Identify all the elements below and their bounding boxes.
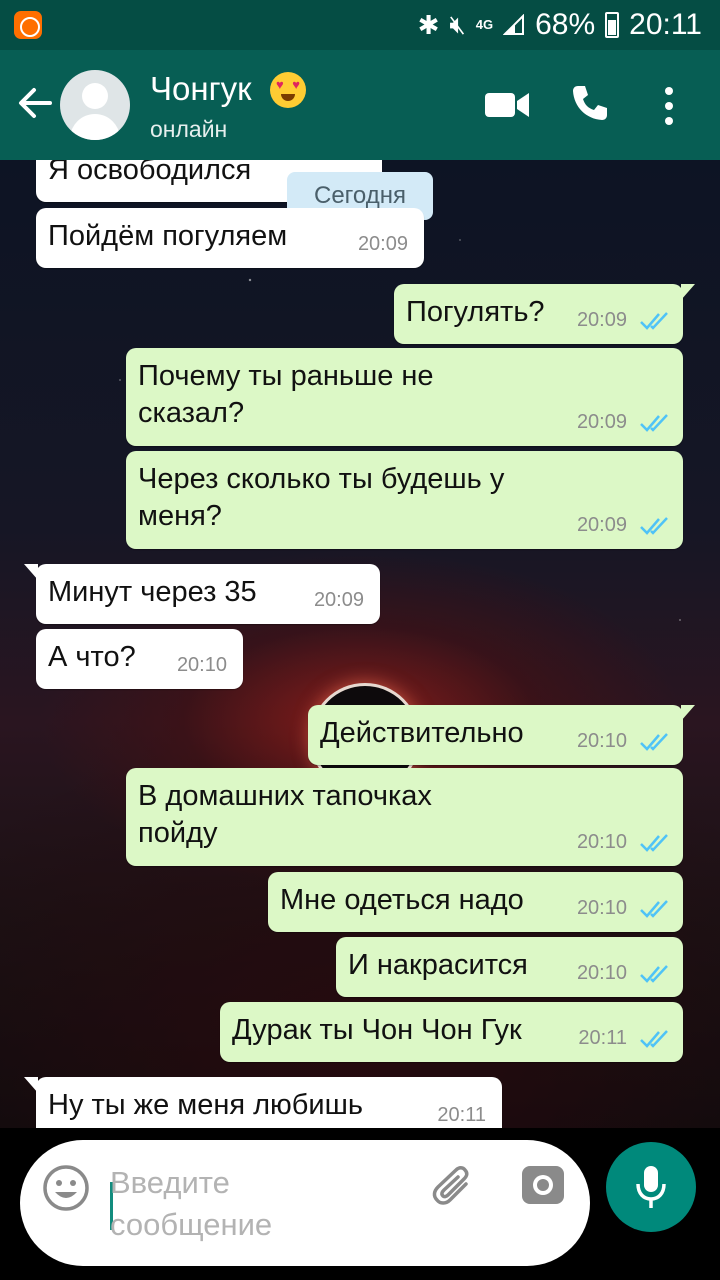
read-ticks-icon (640, 900, 668, 918)
read-ticks-icon (640, 517, 668, 535)
read-ticks-icon (640, 733, 668, 751)
read-ticks-icon (640, 312, 668, 330)
microphone-icon (636, 1166, 666, 1208)
message-time: 20:11 (578, 1027, 627, 1049)
message-time: 20:10 (576, 831, 627, 853)
status-bar: ✱ 🔇︎ 4G 68% 20:11 (0, 0, 720, 50)
bluetooth-icon: ✱ (417, 9, 440, 40)
message-incoming[interactable]: Ну ты же меня любишь 20:11 (24, 1077, 502, 1128)
message-time: 20:09 (576, 309, 627, 331)
message-text: Минут через 35 (48, 576, 257, 608)
message-time: 20:09 (576, 411, 627, 433)
message-time: 20:11 (437, 1104, 486, 1126)
message-text: Я освободился (48, 160, 252, 186)
battery-percent: 68% (535, 8, 596, 41)
message-time: 20:09 (576, 514, 627, 536)
message-time: 20:10 (576, 730, 627, 752)
message-outgoing[interactable]: Почему ты раньше не сказал? 20:09 (126, 348, 683, 446)
voice-record-button[interactable] (606, 1142, 696, 1232)
message-outgoing[interactable]: И накрасится 20:10 (336, 937, 683, 997)
message-outgoing[interactable]: Дурак ты Чон Чон Гук 20:11 (220, 1002, 683, 1062)
read-ticks-icon (640, 414, 668, 432)
message-text: А что? (48, 641, 136, 673)
camera-icon[interactable] (520, 1162, 566, 1208)
chat-header: Чонгук онлайн (0, 50, 720, 160)
back-arrow-icon[interactable] (16, 84, 54, 122)
mute-icon: 🔇︎ (449, 9, 466, 39)
phone-call-icon[interactable] (570, 83, 610, 123)
read-ticks-icon (640, 834, 668, 852)
network-type: 4G (475, 17, 494, 32)
message-outgoing[interactable]: Действительно 20:10 (308, 705, 695, 765)
message-time: 20:10 (576, 897, 627, 919)
read-ticks-icon (640, 965, 668, 983)
message-text: Почему ты раньше не сказал? (138, 360, 434, 429)
message-composer (20, 1140, 590, 1266)
contact-avatar[interactable] (60, 70, 130, 140)
message-incoming[interactable]: Пойдём погуляем 20:09 (36, 208, 424, 268)
message-input[interactable] (110, 1162, 330, 1248)
status-icons: ✱ 🔇︎ 4G 68% 20:11 (418, 0, 702, 50)
message-outgoing[interactable]: Погулять? 20:09 (394, 284, 695, 344)
signal-icon (503, 14, 525, 35)
message-text: Мне одеться надо (280, 884, 524, 916)
notification-app-icon (14, 11, 42, 39)
heart-eyes-emoji-icon (270, 72, 306, 108)
message-text: Действительно (320, 717, 524, 749)
battery-icon (605, 12, 620, 38)
emoji-icon[interactable] (42, 1164, 90, 1212)
message-text: И накрасится (348, 949, 528, 981)
more-menu-icon[interactable] (662, 86, 676, 126)
message-text: Ну ты же меня любишь (48, 1089, 363, 1121)
chat-area[interactable]: Я освободился Сегодня Пойдём погуляем 20… (0, 160, 720, 1128)
message-text: Погулять? (406, 296, 545, 328)
message-outgoing[interactable]: Через сколько ты будешь у меня? 20:09 (126, 451, 683, 549)
message-text: Через сколько ты будешь у меня? (138, 463, 505, 532)
clock: 20:11 (629, 8, 702, 41)
contact-name[interactable]: Чонгук (150, 70, 252, 108)
message-outgoing[interactable]: В домашних тапочках пойду 20:10 (126, 768, 683, 866)
message-outgoing[interactable]: Мне одеться надо 20:10 (268, 872, 683, 932)
message-incoming[interactable]: А что? 20:10 (36, 629, 243, 689)
attach-paperclip-icon[interactable] (430, 1162, 478, 1210)
read-ticks-icon (640, 1030, 668, 1048)
message-time: 20:09 (313, 589, 364, 611)
message-incoming[interactable]: Минут через 35 20:09 (24, 564, 380, 624)
video-call-icon[interactable] (484, 90, 530, 120)
message-time: 20:10 (576, 962, 627, 984)
contact-status: онлайн (150, 116, 228, 142)
message-text: В домашних тапочках пойду (138, 780, 432, 849)
message-text: Дурак ты Чон Чон Гук (232, 1014, 522, 1046)
message-time: 20:10 (176, 654, 227, 676)
message-text: Пойдём погуляем (48, 220, 288, 252)
message-time: 20:09 (357, 233, 408, 255)
